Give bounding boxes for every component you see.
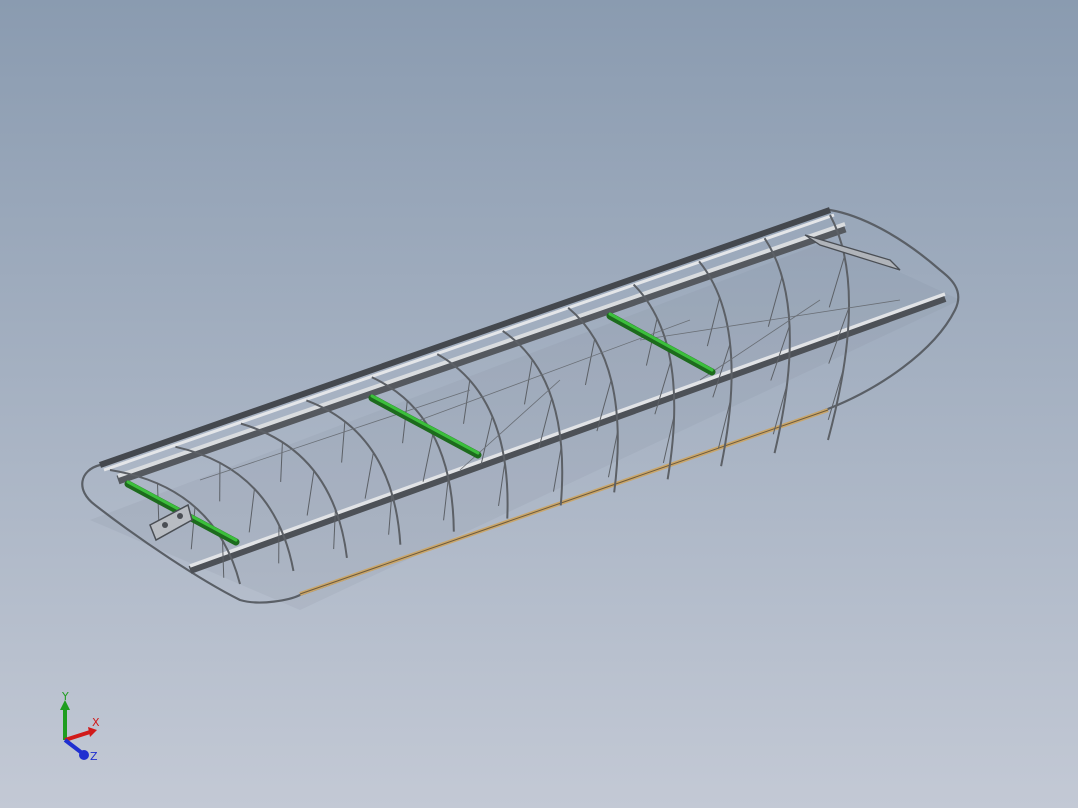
coordinate-triad: Y X Z [60,690,100,763]
graphics-viewport[interactable]: Y X Z [0,0,1078,808]
z-axis-line [63,738,84,755]
wing-model[interactable] [0,0,1078,808]
y-axis-label: Y [61,690,69,703]
x-axis-label: X [92,716,100,729]
z-axis-arrow [79,750,89,760]
z-axis-label: Z [90,750,98,763]
root-fitting-hole-1 [162,522,168,528]
x-axis-line [64,730,91,742]
root-fitting-hole-2 [177,513,183,519]
